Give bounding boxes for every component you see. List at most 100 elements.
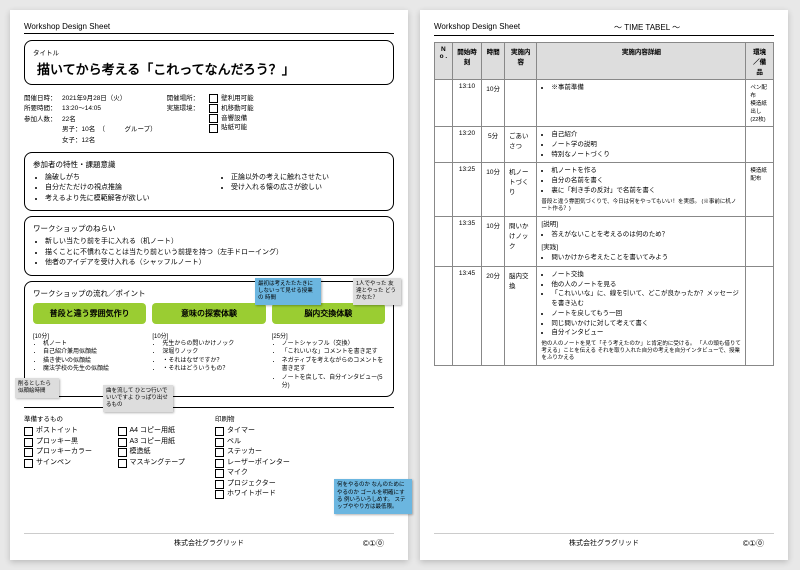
prep-checkbox: プロッキー黒: [24, 437, 110, 448]
env-label: 実施環境：: [167, 104, 200, 114]
sec3-heading: ワークショップの流れ／ポイント: [33, 288, 385, 299]
table-cell-detail: 自己紹介ノート学の説明特別なノートづくり: [537, 127, 746, 163]
table-row: 13:3510分問いかけノック[説明]答えがないことを考えるのは何のため？[実践…: [435, 216, 774, 266]
timetable: N o .開始時刻時間実施内容実施内容詳細環境／備品 13:1010分※事前準備…: [434, 42, 774, 366]
table-cell-detail: 机ノートを作る自分の名前を書く裏に「利き手の反対」で名前を書く普段と違う雰囲気づ…: [537, 163, 746, 217]
table-cell-detail: ※事前準備: [537, 80, 746, 127]
flow-detail: ノートシャッフル（交換）: [282, 340, 385, 348]
flow-detail: 魔法学校の先生の似顔絵: [43, 365, 146, 373]
table-cell: 模造紙配布: [746, 163, 774, 217]
table-cell-detail: [説明]答えがないことを考えるのは何のため？[実践]問いかけから考えたことを書い…: [537, 216, 746, 266]
table-cell: [435, 266, 453, 366]
timetable-page: Workshop Design Sheet 〜 TIME TABEL 〜 N o…: [420, 10, 788, 560]
table-row: 13:205分ごあいさつ自己紹介ノート学の説明特別なノートづくり: [435, 127, 774, 163]
table-header: 環境／備品: [746, 43, 774, 80]
table-header: 実施内容詳細: [537, 43, 746, 80]
table-cell: ペン配布 模造紙出し (22枚): [746, 80, 774, 127]
design-sheet-page: Workshop Design Sheet タイトル 描いてから考える「これって…: [10, 10, 408, 560]
sec1-list-b: 正論以外の考えに触れさせたい受け入れる懐の広さが欲しい: [219, 173, 385, 205]
prep-checkbox: ステッカー: [215, 447, 394, 458]
page-footer: 株式会社グラグリッド ©①⓪: [24, 533, 394, 548]
table-cell: [746, 127, 774, 163]
cc-icon: ©①⓪: [743, 538, 764, 549]
title-box: タイトル 描いてから考える「これってなんだろう？」: [24, 40, 394, 85]
list-item: 描くことに不慣れなことは当たり前という前提を持つ（左手ドローイング）: [45, 248, 385, 259]
table-cell: [504, 80, 536, 127]
prep-checkbox: タイマー: [215, 426, 394, 437]
table-header: 実施内容: [504, 43, 536, 80]
time-value: 13:20〜14:05: [62, 105, 101, 112]
flow-detail: 深堀りノック: [162, 348, 265, 356]
list-item: 他者のアイデアを受け入れる（シャッフルノート）: [45, 258, 385, 269]
company-name: 株式会社グラグリッド: [174, 540, 244, 547]
prep-checkbox: サインペン: [24, 458, 110, 469]
table-header: N o .: [435, 43, 453, 80]
sticky-note: 曲を流して ひとつ行いでいいですよ ひっぱり出せるもの: [103, 385, 173, 412]
flow-detail: ネガティブを考えながらのコメントを書き足す: [282, 357, 385, 374]
table-cell: [746, 266, 774, 366]
sheet-label: Workshop Design Sheet: [434, 22, 520, 33]
flow-detail: 机ノート: [43, 340, 146, 348]
count-male: 男子：10名 （ グループ）: [62, 126, 157, 133]
env-checkbox: 音響設備: [209, 114, 254, 124]
company-name: 株式会社グラグリッド: [569, 540, 639, 547]
flow-detail: ・それはなぜですか？: [162, 357, 265, 365]
table-cell: ごあいさつ: [504, 127, 536, 163]
workshop-title: 描いてから考える「これってなんだろう？」: [37, 59, 385, 78]
table-cell: 机ノートづくり: [504, 163, 536, 217]
prep-checkbox: 模造紙: [118, 447, 204, 458]
table-cell: 13:35: [452, 216, 481, 266]
page-footer: 株式会社グラグリッド ©①⓪: [434, 533, 774, 548]
prep-checkbox: レーザーポインター: [215, 458, 394, 469]
table-cell: 5分: [482, 127, 505, 163]
print-heading: 印刷物: [215, 413, 394, 423]
sec1-list-a: 論破しがち自分だただけの視点推論考えるより先に模範解答が欲しい: [33, 173, 199, 205]
page-header: Workshop Design Sheet 〜 TIME TABEL 〜: [434, 22, 774, 36]
list-item: 新しい当たり前を手に入れる（机ノート）: [45, 237, 385, 248]
flow-detail: 自己紹介兼用似顔絵: [43, 348, 146, 356]
flow-detail: ・それはどういうもの？: [162, 365, 265, 373]
prep-checkbox: マイク: [215, 468, 394, 479]
flow-steps: 普段と違う雰囲気作り意味の探索体験脳内交換体験: [33, 303, 385, 324]
cc-icon: ©①⓪: [363, 538, 384, 549]
sheet-label: Workshop Design Sheet: [24, 22, 110, 31]
sticky-note: 何をやるのか なんのためにやるのか ゴールを明確にする 例いろいろしめす。 ステ…: [334, 479, 412, 514]
count-female: 女子：12名: [62, 137, 95, 144]
list-item: 受け入れる懐の広さが欲しい: [231, 183, 385, 194]
flow-step: 普段と違う雰囲気作り: [33, 303, 146, 324]
flow-step: 脳内交換体験: [272, 303, 385, 324]
aims-box: ワークショップのねらい 新しい当たり前を手に入れる（机ノート）描くことに不慣れな…: [24, 216, 394, 276]
prep-checkbox: A4 コピー用紙: [118, 426, 204, 437]
table-cell: 10分: [482, 216, 505, 266]
table-row: 13:1010分 ※事前準備ペン配布 模造紙出し (22枚): [435, 80, 774, 127]
count-label: 参加人数：: [24, 115, 62, 125]
sec2-list: 新しい当たり前を手に入れる（机ノート）描くことに不慣れなことは当たり前という前提…: [33, 237, 385, 269]
list-item: 考えるより先に模範解答が欲しい: [45, 194, 199, 205]
prep-block: 準備するもの ポストイットプロッキー黒プロッキーカラーサインペンA4 コピー用紙…: [24, 407, 394, 500]
meta-block: 開催日時：2021年9月28日（火） 所要時間：13:20〜14:05 参加人数…: [24, 94, 394, 146]
table-cell: 10分: [482, 163, 505, 217]
table-cell: 10分: [482, 80, 505, 127]
table-cell: [435, 216, 453, 266]
sec2-heading: ワークショップのねらい: [33, 223, 385, 234]
env-checkbox: 机移動可能: [209, 104, 254, 114]
env-checkbox: 壁利用可能: [209, 94, 254, 104]
title-label: タイトル: [33, 47, 385, 57]
table-cell: 脳内交換: [504, 266, 536, 366]
prep-checkbox: ベル: [215, 437, 394, 448]
table-cell: 13:10: [452, 80, 481, 127]
table-row: 13:4520分脳内交換ノート交換他の人のノートを見る「これいいな」に、線を引い…: [435, 266, 774, 366]
prep-heading: 準備するもの: [24, 413, 203, 423]
sticky-note: 1人でやった 友達とやった どうかなた？: [353, 278, 401, 305]
env-checkbox: 貼紙可能: [209, 123, 254, 133]
table-cell: 13:45: [452, 266, 481, 366]
list-item: 正論以外の考えに触れさせたい: [231, 173, 385, 184]
prep-checkbox: ポストイット: [24, 426, 110, 437]
sticky-note: 削るとしたら 似顔絵時間: [15, 378, 59, 398]
table-cell: [746, 216, 774, 266]
timetable-label: 〜 TIME TABEL 〜: [520, 22, 774, 33]
list-item: 論破しがち: [45, 173, 199, 184]
env-checklist: 壁利用可能机移動可能音響設備貼紙可能: [209, 94, 254, 146]
table-header: 時間: [482, 43, 505, 80]
table-cell: 13:20: [452, 127, 481, 163]
